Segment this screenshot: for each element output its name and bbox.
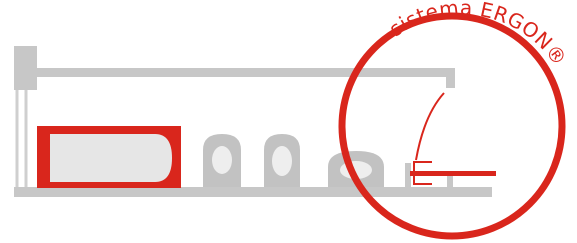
highlight-circle [338, 12, 566, 240]
top-beam-end [446, 68, 455, 88]
top-beam [14, 68, 454, 77]
toilet-icon [203, 134, 241, 187]
shower-drain-icon [410, 92, 496, 185]
floor-line [14, 187, 492, 197]
ergon-system-diagram: sistema ERGON® [14, 0, 572, 240]
bathtub-icon [37, 126, 181, 188]
bidet-icon [264, 134, 300, 187]
support-post [447, 174, 453, 188]
